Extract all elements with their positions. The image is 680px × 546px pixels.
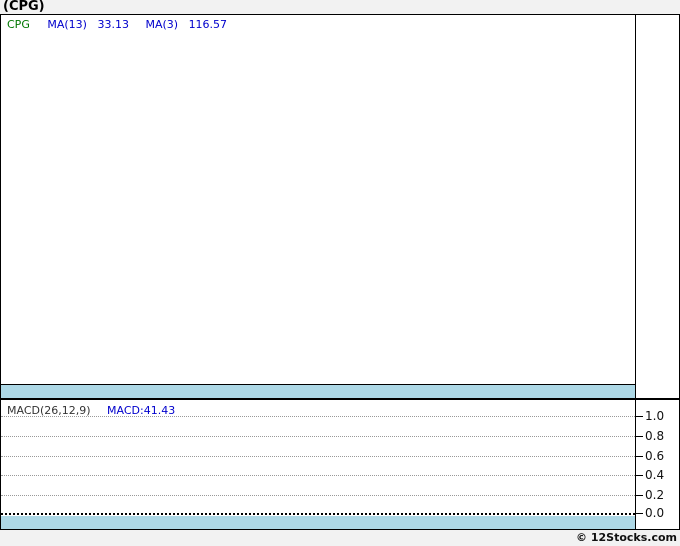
chart-frame: CPG MA(13) 33.13 MA(3) 116.57 MACD(26,12… (0, 14, 680, 530)
page-title: (CPG) (3, 0, 45, 14)
y-tick-0-0 (635, 513, 643, 514)
brand-credit: © 12Stocks.com (576, 531, 677, 544)
y-axis-line (635, 15, 636, 529)
ma3-label: MA(3) (145, 18, 179, 31)
y-axis-label: 0.6 (645, 449, 665, 463)
gridline-1-0 (1, 416, 635, 417)
ma3-value: 116.57 (188, 18, 228, 31)
y-axis-label: 0.8 (645, 429, 665, 443)
y-axis-label: 0.0 (645, 506, 665, 520)
gridline-0-8 (1, 436, 635, 437)
price-panel-bottom-band (1, 384, 635, 398)
price-indicator-row: CPG MA(13) 33.13 MA(3) 116.57 (7, 18, 227, 31)
y-axis-label: 1.0 (645, 409, 665, 423)
ma13-value: 33.13 (97, 18, 129, 31)
y-tick-1-0 (635, 416, 643, 417)
ma13-label: MA(13) (47, 18, 87, 31)
y-tick-0-2 (635, 495, 643, 496)
macd-panel-bottom-band (1, 516, 635, 529)
ticker-label: CPG (7, 18, 30, 31)
y-axis-label: 0.4 (645, 468, 665, 482)
y-tick-0-8 (635, 436, 643, 437)
y-tick-0-4 (635, 475, 643, 476)
gridline-zero (1, 513, 635, 515)
gridline-0-2 (1, 495, 635, 496)
panel-divider (1, 398, 679, 400)
gridline-0-4 (1, 475, 635, 476)
stock-chart-widget: (CPG) CPG MA(13) 33.13 MA(3) 116.57 MACD… (0, 0, 680, 546)
y-axis-label: 0.2 (645, 488, 665, 502)
y-tick-0-6 (635, 456, 643, 457)
gridline-0-6 (1, 456, 635, 457)
